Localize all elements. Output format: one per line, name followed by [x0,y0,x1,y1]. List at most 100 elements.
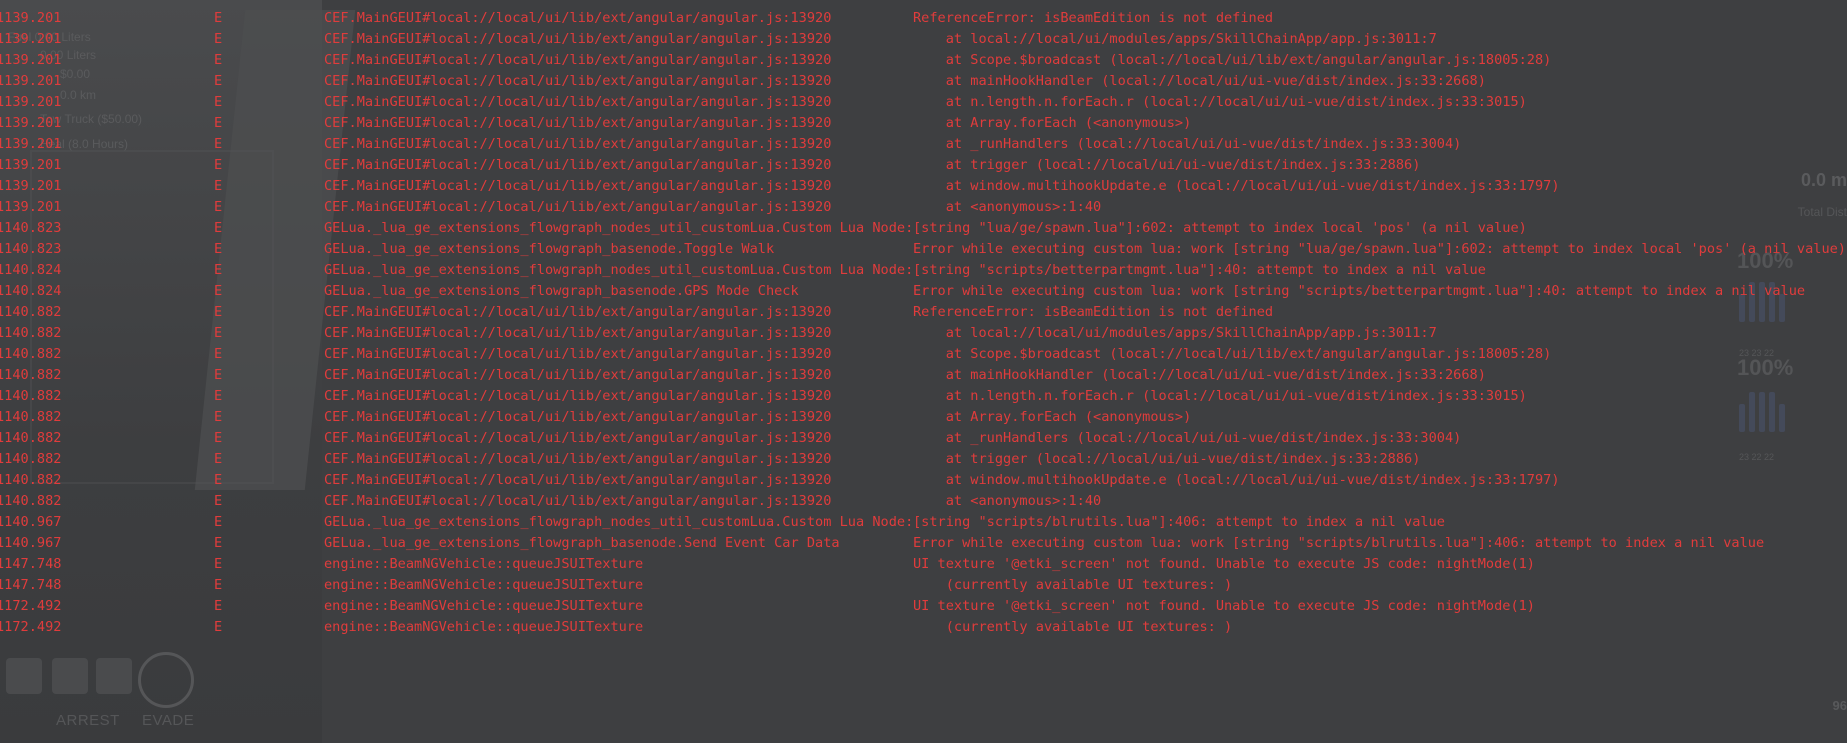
log-line: 1172.492 Eengine::BeamNGVehicle::queueJSU… [0,596,1847,617]
log-level: E [214,346,223,362]
log-timestamp: 1140.823 [0,241,62,257]
log-source: CEF.MainGEUI#local://local/ui/lib/ext/an… [324,388,832,404]
console-log[interactable]: 1139.201 E CEF.MainGEUI#local://local/ui/l… [0,8,1847,638]
log-message: at _runHandlers (local://local/ui/ui-vue… [913,430,1462,446]
log-level: E [214,577,223,593]
log-level: E [214,73,223,89]
log-timestamp: 1140.882 [0,367,62,383]
log-timestamp: 1139.201 [0,31,62,47]
log-message: (currently available UI textures: ) [913,619,1233,635]
log-timestamp: 1140.882 [0,409,62,425]
log-line: 1140.882 E CEF.MainGEUI#local://local/ui/l… [0,386,1847,407]
log-source: CEF.MainGEUI#local://local/ui/lib/ext/an… [324,31,832,47]
log-line: 1140.824 E GELua._lua_ge_extensions_flowgr… [0,260,1847,281]
log-timestamp: 1172.492 [0,619,62,635]
log-message: at local://local/ui/modules/apps/SkillCh… [913,31,1437,47]
log-line: 1139.201 E CEF.MainGEUI#local://local/ui/l… [0,29,1847,50]
log-timestamp: 1140.823 [0,220,62,236]
log-source: CEF.MainGEUI#local://local/ui/lib/ext/an… [324,199,832,215]
log-level: E [214,367,223,383]
log-level: E [214,178,223,194]
log-line: 1139.201 E CEF.MainGEUI#local://local/ui/l… [0,197,1847,218]
log-level: E [214,52,223,68]
log-timestamp: 1139.201 [0,10,62,26]
log-timestamp: 1140.967 [0,535,62,551]
log-source: CEF.MainGEUI#local://local/ui/lib/ext/an… [324,430,832,446]
log-timestamp: 1139.201 [0,73,62,89]
log-line: 1140.823 E GELua._lua_ge_extensions_flowgr… [0,239,1847,260]
log-line: 1140.882 E CEF.MainGEUI#local://local/ui/l… [0,470,1847,491]
log-line: 1140.882 E CEF.MainGEUI#local://local/ui/l… [0,491,1847,512]
log-timestamp: 1140.882 [0,304,62,320]
log-timestamp: 1147.748 [0,556,62,572]
log-timestamp: 1140.882 [0,430,62,446]
log-line: 1140.967 E GELua._lua_ge_extensions_flowgr… [0,512,1847,533]
log-level: E [214,472,223,488]
log-line: 1139.201 E CEF.MainGEUI#local://local/ui/l… [0,134,1847,155]
log-source: CEF.MainGEUI#local://local/ui/lib/ext/an… [324,346,832,362]
log-message: Error while executing custom lua: work [… [913,283,1806,299]
log-message: at n.length.n.forEach.r (local://local/u… [913,94,1527,110]
log-level: E [214,493,223,509]
log-source: GELua._lua_ge_extensions_flowgraph_basen… [324,535,840,551]
log-line: 1140.882 E CEF.MainGEUI#local://local/ui/l… [0,365,1847,386]
log-line: 1139.201 E CEF.MainGEUI#local://local/ui/l… [0,71,1847,92]
log-line: 1139.201 E CEF.MainGEUI#local://local/ui/l… [0,92,1847,113]
log-message: Error while executing custom lua: work [… [913,535,1765,551]
log-source: CEF.MainGEUI#local://local/ui/lib/ext/an… [324,472,832,488]
log-timestamp: 1140.882 [0,472,62,488]
log-message: at Array.forEach (<anonymous>) [913,115,1192,131]
hud-slot-icon [96,658,132,694]
log-source: CEF.MainGEUI#local://local/ui/lib/ext/an… [324,367,832,383]
log-timestamp: 1172.492 [0,598,62,614]
log-level: E [214,535,223,551]
log-level: E [214,94,223,110]
log-source: CEF.MainGEUI#local://local/ui/lib/ext/an… [324,115,832,131]
log-timestamp: 1139.201 [0,178,62,194]
log-level: E [214,10,223,26]
log-message: at Scope.$broadcast (local://local/ui/li… [913,52,1552,68]
log-line: 1140.882 E CEF.MainGEUI#local://local/ui/l… [0,428,1847,449]
log-line: 1139.201 E CEF.MainGEUI#local://local/ui/l… [0,155,1847,176]
log-source: CEF.MainGEUI#local://local/ui/lib/ext/an… [324,73,832,89]
log-level: E [214,325,223,341]
log-level: E [214,451,223,467]
log-line: 1147.748 Eengine::BeamNGVehicle::queueJSU… [0,575,1847,596]
log-line: 1140.882 E CEF.MainGEUI#local://local/ui/l… [0,449,1847,470]
log-timestamp: 1139.201 [0,157,62,173]
log-message: at mainHookHandler (local://local/ui/ui-… [913,73,1486,89]
log-message: at Array.forEach (<anonymous>) [913,409,1192,425]
log-source: GELua._lua_ge_extensions_flowgraph_nodes… [324,262,914,278]
log-line: 1139.201 E CEF.MainGEUI#local://local/ui/l… [0,8,1847,29]
log-level: E [214,598,223,614]
log-timestamp: 1139.201 [0,94,62,110]
log-level: E [214,220,223,236]
log-timestamp: 1140.882 [0,388,62,404]
evade-label: EVADE [142,712,195,729]
log-line: 1139.201 E CEF.MainGEUI#local://local/ui/l… [0,176,1847,197]
log-level: E [214,556,223,572]
hud-slot-icon [52,658,88,694]
log-source: engine::BeamNGVehicle::queueJSUITexture [324,619,644,635]
log-source: GELua._lua_ge_extensions_flowgraph_basen… [324,241,775,257]
log-source: CEF.MainGEUI#local://local/ui/lib/ext/an… [324,451,832,467]
log-source: CEF.MainGEUI#local://local/ui/lib/ext/an… [324,157,832,173]
log-source: CEF.MainGEUI#local://local/ui/lib/ext/an… [324,304,832,320]
log-source: GELua._lua_ge_extensions_flowgraph_nodes… [324,514,914,530]
log-level: E [214,115,223,131]
log-message: [string "scripts/betterpartmgmt.lua"]:40… [913,262,1486,278]
log-line: 1139.201 E CEF.MainGEUI#local://local/ui/l… [0,113,1847,134]
log-level: E [214,136,223,152]
log-timestamp: 1139.201 [0,199,62,215]
log-line: 1140.824 E GELua._lua_ge_extensions_flowgr… [0,281,1847,302]
log-source: CEF.MainGEUI#local://local/ui/lib/ext/an… [324,94,832,110]
log-message: at _runHandlers (local://local/ui/ui-vue… [913,136,1462,152]
log-line: 1139.201 E CEF.MainGEUI#local://local/ui/l… [0,50,1847,71]
log-source: CEF.MainGEUI#local://local/ui/lib/ext/an… [324,136,832,152]
log-message: at <anonymous>:1:40 [913,493,1102,509]
log-timestamp: 1140.882 [0,451,62,467]
log-source: CEF.MainGEUI#local://local/ui/lib/ext/an… [324,325,832,341]
log-line: 1140.882 E CEF.MainGEUI#local://local/ui/l… [0,407,1847,428]
log-line: 1140.882 E CEF.MainGEUI#local://local/ui/l… [0,323,1847,344]
log-level: E [214,199,223,215]
